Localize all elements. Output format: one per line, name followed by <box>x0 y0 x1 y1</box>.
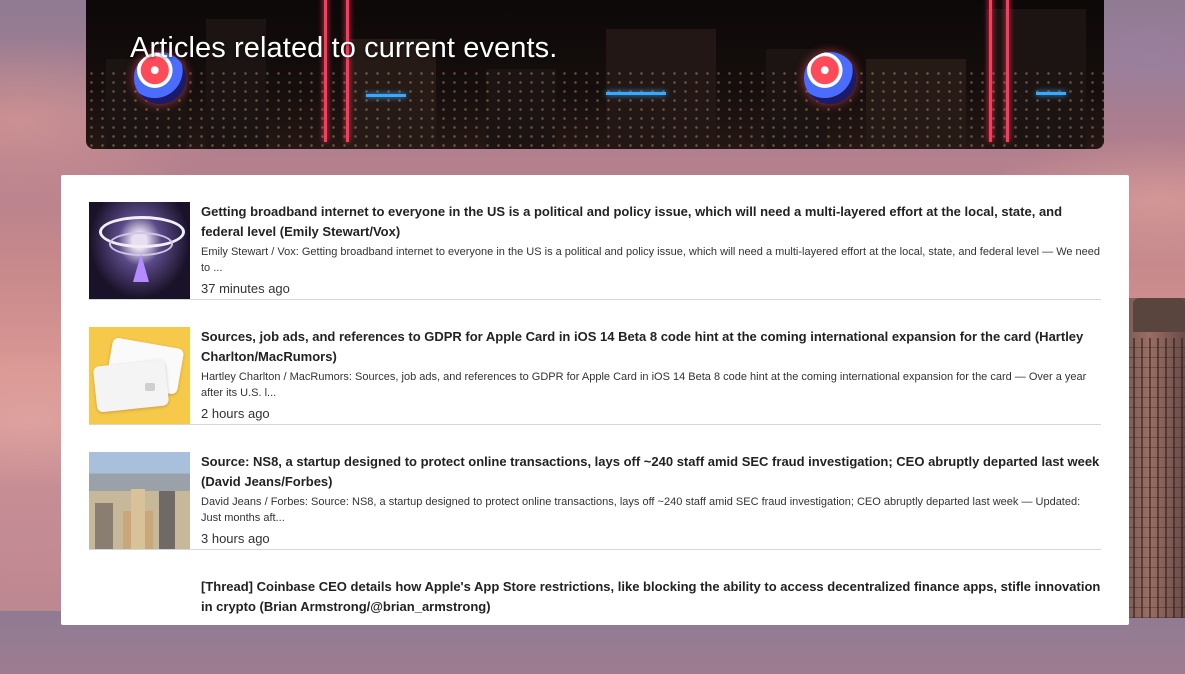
article-title[interactable]: Source: NS8, a startup designed to prote… <box>201 452 1101 492</box>
article-item[interactable]: Getting broadband internet to everyone i… <box>89 175 1101 300</box>
article-thumbnail[interactable] <box>89 452 190 549</box>
article-item[interactable]: Source: NS8, a startup designed to prote… <box>89 425 1101 550</box>
tower-windows <box>1125 338 1185 618</box>
skyscraper-background <box>1125 298 1185 618</box>
tower-cap <box>1133 298 1185 332</box>
neon-light <box>324 0 327 142</box>
article-timestamp: 37 minutes ago <box>201 281 290 296</box>
article-title[interactable]: [Thread] Coinbase CEO details how Apple'… <box>201 577 1101 617</box>
article-timestamp: 2 hours ago <box>201 406 270 421</box>
blue-light <box>1036 92 1066 95</box>
thumbnail-shape <box>145 383 155 391</box>
thumbnail-shape <box>92 359 170 413</box>
neon-light <box>989 0 992 142</box>
article-timestamp: 3 hours ago <box>201 531 270 546</box>
city-lights <box>86 69 1104 149</box>
thumbnail-shape <box>95 503 113 549</box>
article-item[interactable]: [Thread] Coinbase CEO details how Apple'… <box>89 550 1101 674</box>
blue-light <box>366 94 406 97</box>
article-thumbnail[interactable] <box>89 327 190 424</box>
article-thumbnail[interactable] <box>89 202 190 299</box>
neon-light <box>346 0 349 142</box>
article-title[interactable]: Getting broadband internet to everyone i… <box>201 202 1101 242</box>
page-title: Articles related to current events. <box>130 32 558 64</box>
article-summary: David Jeans / Forbes: Source: NS8, a sta… <box>201 496 1081 524</box>
thumbnail-shape <box>131 489 145 549</box>
blue-light <box>606 92 666 95</box>
neon-light <box>1006 0 1009 142</box>
thumbnail-shape <box>133 254 149 282</box>
article-summary: Emily Stewart / Vox: Getting broadband i… <box>201 246 1101 274</box>
hero-banner: Articles related to current events. <box>86 0 1104 149</box>
thumbnail-shape <box>109 232 173 256</box>
articles-panel: Getting broadband internet to everyone i… <box>61 175 1129 625</box>
reunion-tower-orb <box>804 52 856 104</box>
article-item[interactable]: Sources, job ads, and references to GDPR… <box>89 300 1101 425</box>
thumbnail-shape <box>159 491 175 549</box>
article-summary: Hartley Charlton / MacRumors: Sources, j… <box>201 371 1087 399</box>
article-title[interactable]: Sources, job ads, and references to GDPR… <box>201 327 1101 367</box>
